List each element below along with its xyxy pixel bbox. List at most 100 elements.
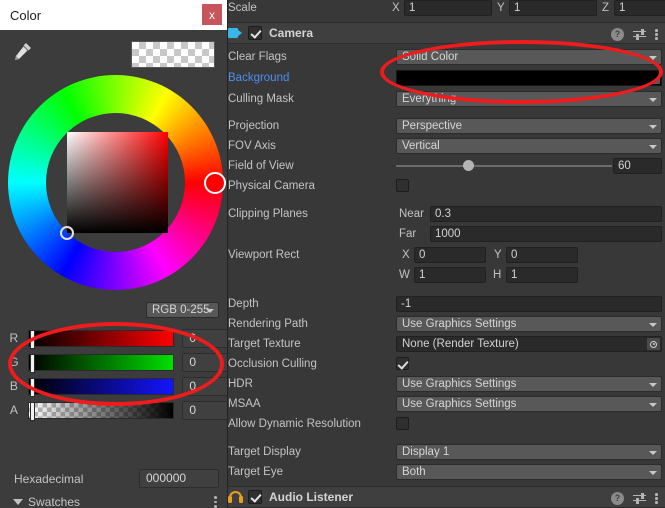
channel-value-r[interactable]: 0 xyxy=(182,328,227,348)
chevron-down-icon xyxy=(649,323,657,327)
help-icon[interactable]: ? xyxy=(611,27,624,41)
kebab-menu-icon[interactable] xyxy=(655,27,659,41)
msaa-dropdown[interactable]: Use Graphics Settings xyxy=(396,396,662,412)
channel-label-g: G xyxy=(9,355,19,369)
clear-flags-value: Solid Color xyxy=(402,51,459,63)
fov-axis-value: Vertical xyxy=(402,140,440,152)
color-dialog-titlebar[interactable]: Color x xyxy=(0,0,227,30)
preset-icon[interactable] xyxy=(633,28,646,41)
clipping-near-field[interactable]: 0.3 xyxy=(430,206,662,222)
msaa-label: MSAA xyxy=(228,398,261,410)
physical-camera-checkbox[interactable] xyxy=(396,179,409,192)
hexadecimal-label: Hexadecimal xyxy=(14,472,84,486)
viewport-h-label: H xyxy=(493,269,502,281)
target-eye-label: Target Eye xyxy=(228,466,283,478)
color-wheel[interactable] xyxy=(8,75,226,290)
viewport-y-label: Y xyxy=(494,249,502,261)
hdr-dropdown[interactable]: Use Graphics Settings xyxy=(396,376,662,392)
field-of-view-value[interactable]: 60 xyxy=(613,158,662,174)
kebab-menu-icon[interactable] xyxy=(655,491,659,505)
scale-x-field[interactable]: 1 xyxy=(404,0,492,16)
headphones-icon xyxy=(228,490,244,504)
viewport-w-field[interactable]: 1 xyxy=(414,267,486,283)
viewport-y-field[interactable]: 0 xyxy=(506,247,578,263)
swatches-kebab-menu-icon[interactable] xyxy=(214,495,218,508)
chevron-down-icon xyxy=(649,471,657,475)
camera-enabled-checkbox[interactable] xyxy=(248,26,262,40)
channel-slider-handle-a[interactable] xyxy=(29,401,35,421)
channel-slider-handle-g[interactable] xyxy=(29,353,35,373)
channel-slider-a[interactable] xyxy=(27,401,175,421)
hexadecimal-field[interactable]: 000000 xyxy=(139,469,219,488)
chevron-down-icon xyxy=(649,403,657,407)
saturation-value-handle[interactable] xyxy=(60,226,74,240)
color-mode-value: RGB 0-255 xyxy=(152,304,210,316)
target-display-value: Display 1 xyxy=(402,446,450,458)
chevron-down-icon xyxy=(649,125,657,129)
color-mode-dropdown[interactable]: RGB 0-255 xyxy=(146,302,219,318)
background-color-swatch[interactable] xyxy=(396,70,662,86)
clear-flags-label: Clear Flags xyxy=(228,51,287,63)
audio-listener-enabled-checkbox[interactable] xyxy=(248,490,262,504)
allow-dynamic-resolution-checkbox[interactable] xyxy=(396,417,409,430)
scale-z-label: Z xyxy=(602,2,610,14)
channel-slider-handle-b[interactable] xyxy=(29,377,35,397)
projection-value: Perspective xyxy=(402,120,463,132)
field-of-view-slider[interactable] xyxy=(396,160,612,171)
depth-field[interactable]: -1 xyxy=(396,296,662,312)
swatches-foldout[interactable]: Swatches xyxy=(0,492,227,508)
rendering-path-label: Rendering Path xyxy=(228,318,308,330)
projection-dropdown[interactable]: Perspective xyxy=(396,118,662,134)
channel-slider-handle-r[interactable] xyxy=(29,329,35,349)
physical-camera-label: Physical Camera xyxy=(228,180,315,192)
clear-flags-dropdown[interactable]: Solid Color xyxy=(396,49,662,65)
channel-slider-b[interactable] xyxy=(27,377,175,397)
chevron-down-icon[interactable] xyxy=(13,499,23,505)
target-eye-dropdown[interactable]: Both xyxy=(396,464,662,480)
fov-axis-dropdown[interactable]: Vertical xyxy=(396,138,662,154)
scale-z-field[interactable]: 1 xyxy=(614,0,665,16)
rendering-path-dropdown[interactable]: Use Graphics Settings xyxy=(396,316,662,332)
clipping-far-field[interactable]: 1000 xyxy=(430,226,662,242)
channel-value-a[interactable]: 0 xyxy=(182,400,227,420)
channel-row-g: G 0 xyxy=(0,350,227,374)
help-icon[interactable]: ? xyxy=(611,491,624,505)
saturation-value-square[interactable] xyxy=(60,132,168,240)
camera-title: Camera xyxy=(269,26,314,40)
object-picker-icon[interactable] xyxy=(647,338,660,350)
viewport-x-field[interactable]: 0 xyxy=(414,247,486,263)
scale-y-field[interactable]: 1 xyxy=(509,0,597,16)
culling-mask-dropdown[interactable]: Everything xyxy=(396,91,662,107)
field-of-view-label: Field of View xyxy=(228,160,294,172)
target-display-label: Target Display xyxy=(228,446,301,458)
hue-handle[interactable] xyxy=(204,171,226,194)
target-display-dropdown[interactable]: Display 1 xyxy=(396,444,662,460)
channel-value-g[interactable]: 0 xyxy=(182,352,227,372)
color-picker-dialog: Color x RGB 0-255 R 0 G 0 B 0 A 0 Hexade… xyxy=(0,0,228,508)
viewport-x-label: X xyxy=(402,249,410,261)
clipping-far-label: Far xyxy=(399,228,417,240)
channel-row-a: A 0 xyxy=(0,398,227,422)
chevron-down-icon xyxy=(649,98,657,102)
close-icon[interactable]: x xyxy=(202,4,222,25)
target-texture-label: Target Texture xyxy=(228,338,301,350)
rendering-path-value: Use Graphics Settings xyxy=(402,318,517,330)
channel-slider-r[interactable] xyxy=(27,329,175,349)
viewport-h-field[interactable]: 1 xyxy=(506,267,578,283)
hexadecimal-row: Hexadecimal 000000 xyxy=(0,468,227,490)
target-texture-field[interactable]: None (Render Texture) xyxy=(396,336,662,352)
unity-editor-screen: Scale X 1 Y 1 Z 1 Camera ? Clear Flags S… xyxy=(0,0,665,508)
channel-label-b: B xyxy=(9,379,18,393)
channel-row-r: R 0 xyxy=(0,326,227,350)
chevron-down-icon xyxy=(649,383,657,387)
channel-slider-g[interactable] xyxy=(27,353,175,373)
preset-icon[interactable] xyxy=(633,492,646,505)
scale-y-label: Y xyxy=(497,2,505,14)
channel-value-b[interactable]: 0 xyxy=(182,376,227,396)
background-label: Background xyxy=(228,72,290,84)
eyedropper-icon[interactable] xyxy=(12,40,34,62)
field-of-view-slider-handle[interactable] xyxy=(463,160,474,171)
occlusion-culling-checkbox[interactable] xyxy=(396,357,409,370)
chevron-down-icon xyxy=(649,145,657,149)
occlusion-culling-label: Occlusion Culling xyxy=(228,358,317,370)
